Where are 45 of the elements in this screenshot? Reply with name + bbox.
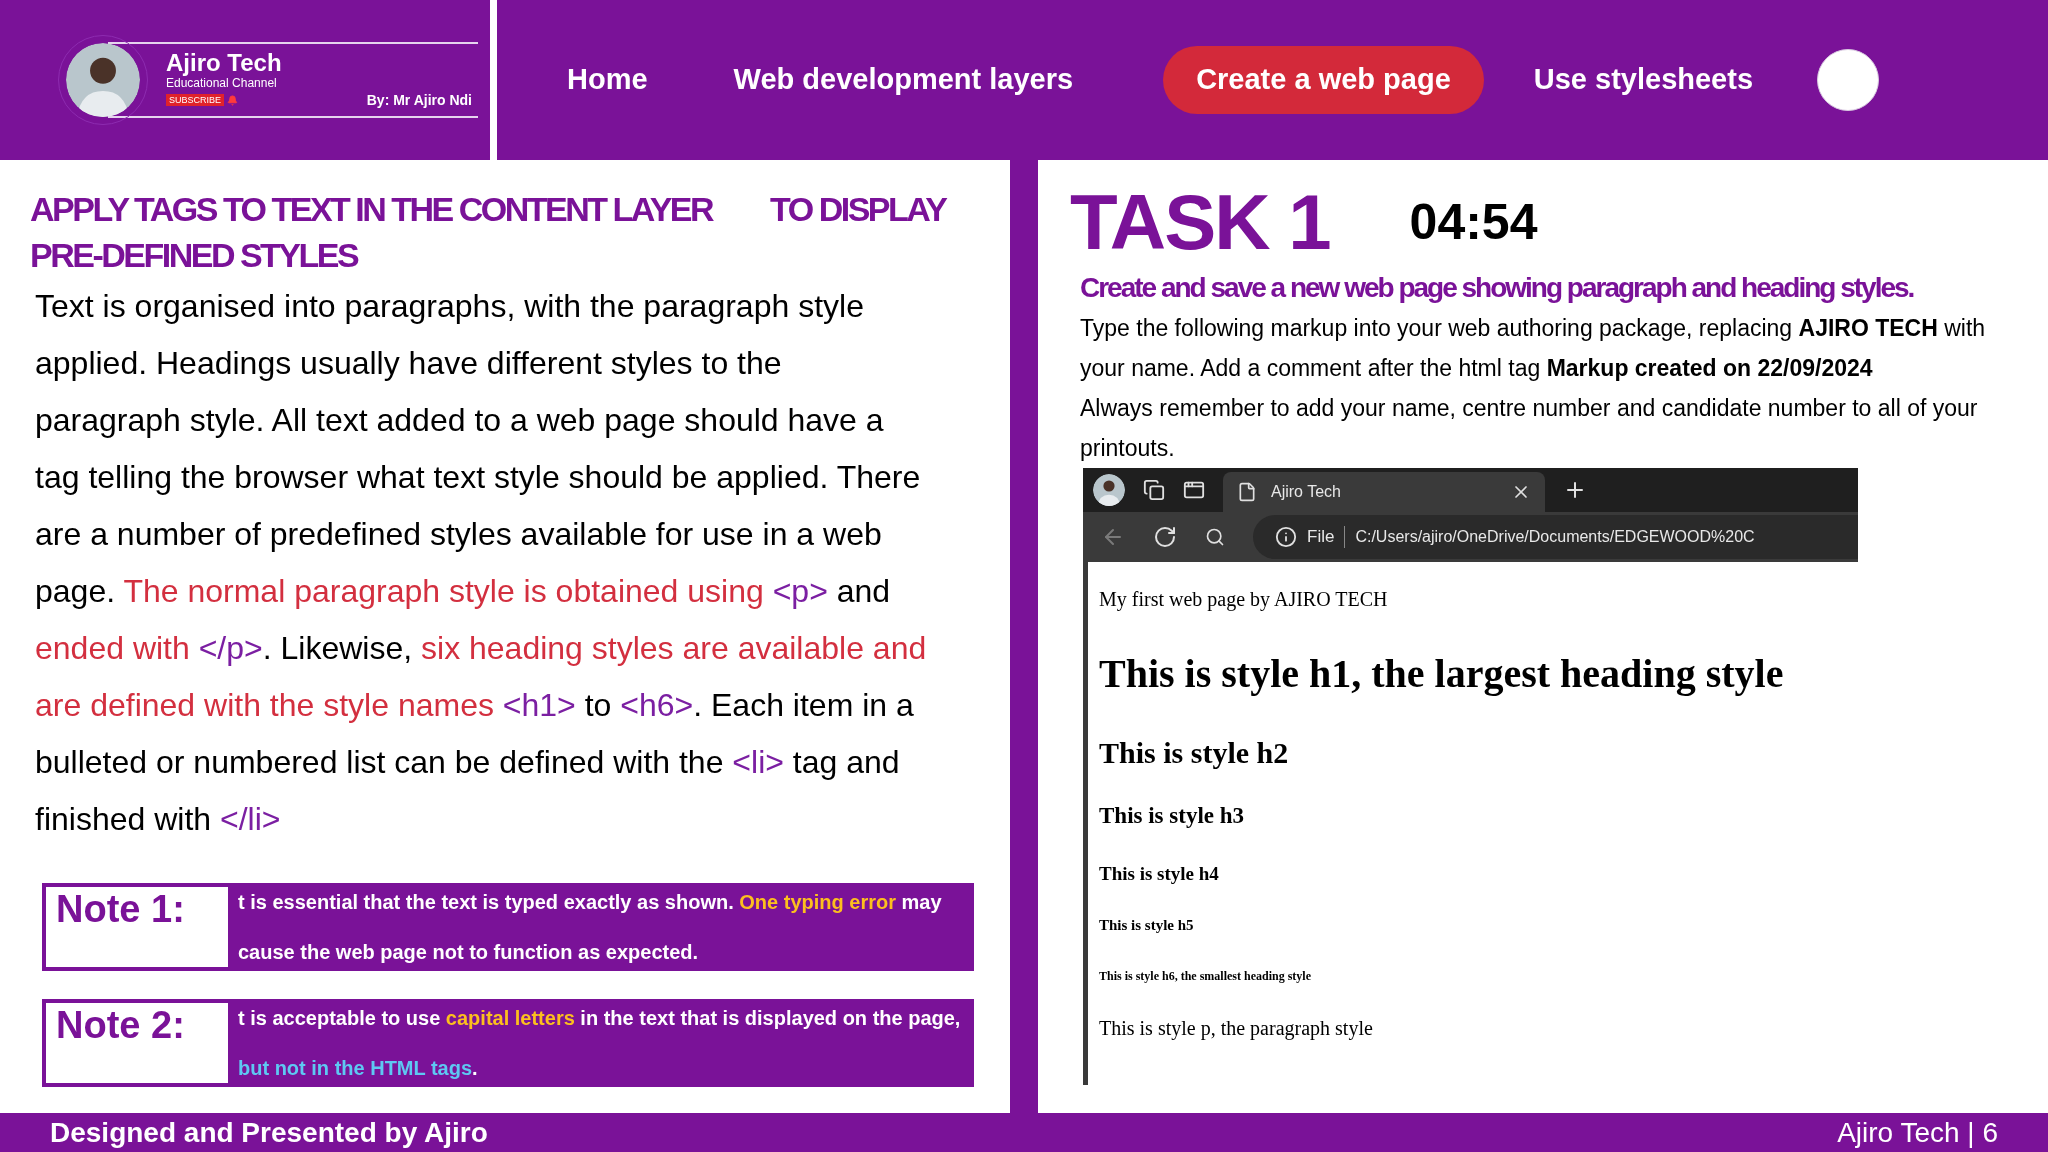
nav-link[interactable]: Home — [567, 58, 648, 102]
channel-name: Ajiro Tech — [166, 49, 283, 76]
nav-link[interactable]: Create a web page — [1163, 46, 1484, 114]
task-title: TASK 1 — [1070, 180, 1330, 264]
browser-tab[interactable]: Ajiro Tech — [1223, 472, 1545, 512]
note-label: Note 1: — [46, 887, 228, 967]
lesson-paragraph: Text is organised into paragraphs, with the paragraph style applied. Headings usually have different styles to the paragraph style. All text added to a web page should have a tag telling the browser what text style should be applied. There are a number of predefined styles available for use in a web page. The normal paragraph style is obtained using <p> and ended with </p>. Likewise, six heading styles are available and are defined with the style names <h1> to <h6>. Each item in a bulleted or numbered list can be defined with the <li> tag and finished with </li> — [34, 287, 928, 839]
nav-link[interactable]: Use stylesheets — [1533, 58, 1754, 102]
page-text: This is style h4 — [1099, 861, 1219, 886]
lesson-heading: TO DISPLAY — [770, 189, 946, 230]
nav-link[interactable]: Web development layers — [733, 58, 1074, 102]
lesson-heading: PRE-DEFINED STYLES — [30, 236, 358, 274]
profile-avatar-icon — [1093, 474, 1125, 506]
url-scheme: File — [1307, 526, 1335, 549]
channel-byline: By: Mr Ajiro Ndi — [366, 90, 472, 110]
footer-credit: Designed and Presented by Ajiro — [50, 1115, 488, 1150]
countdown-timer: 04:54 — [1409, 192, 1538, 252]
note-text: t is acceptable to use capital letters in the text that is displayed on the page, but not in the HTML tags. — [237, 1006, 962, 1081]
note-label: Note 2: — [46, 1003, 228, 1083]
info-icon — [1275, 526, 1297, 548]
task-instructions: Always remember to add your name, centre number and candidate number to all of your printouts. — [1080, 394, 1979, 463]
page-text: This is style p, the paragraph style — [1099, 1015, 1373, 1042]
tab-actions-icon[interactable] — [1143, 479, 1165, 501]
address-bar[interactable]: File C:/Users/ajiro/OneDrive/Documents/EDGEWOOD%20C — [1253, 515, 1858, 559]
bell-icon — [227, 94, 238, 106]
tab-title: Ajiro Tech — [1271, 482, 1342, 502]
task-instructions: Type the following markup into your web authoring package, replacing AJIRO TECH with your name. Add a comment after the html tag Markup created on 22/09/2024 — [1080, 314, 1987, 383]
reload-icon[interactable] — [1153, 525, 1177, 549]
subscribe-badge: SUBSCRIBE — [166, 94, 224, 106]
footer-slide-number: Ajiro Tech | 6 — [1837, 1115, 1998, 1150]
task-subtitle: Create and save a new web page showing paragraph and heading styles. — [1080, 271, 1915, 305]
note-text: t is essential that the text is typed exactly as shown. One typing error may cause the web page not to function as expected. — [237, 890, 943, 965]
url-text: C:/Users/ajiro/OneDrive/Documents/EDGEWOOD%20C — [1355, 527, 1755, 547]
sidebar-icon[interactable] — [1183, 479, 1205, 501]
lesson-heading: APPLY TAGS TO TEXT IN THE CONTENT LAYER — [30, 189, 713, 230]
page-text: My first web page by AJIRO TECH — [1099, 587, 1388, 613]
page-text: This is style h3 — [1099, 802, 1245, 830]
channel-subtitle: Educational Channel — [166, 75, 278, 90]
avatar-icon — [66, 43, 140, 117]
page-text: This is style h6, the smallest heading style — [1099, 967, 1311, 985]
file-icon — [1237, 482, 1257, 502]
page-text: This is style h1, the largest heading style — [1099, 650, 1784, 698]
page-text: This is style h2 — [1099, 735, 1289, 771]
page-text: This is style h5 — [1099, 916, 1194, 935]
search-icon[interactable] — [1205, 527, 1225, 547]
